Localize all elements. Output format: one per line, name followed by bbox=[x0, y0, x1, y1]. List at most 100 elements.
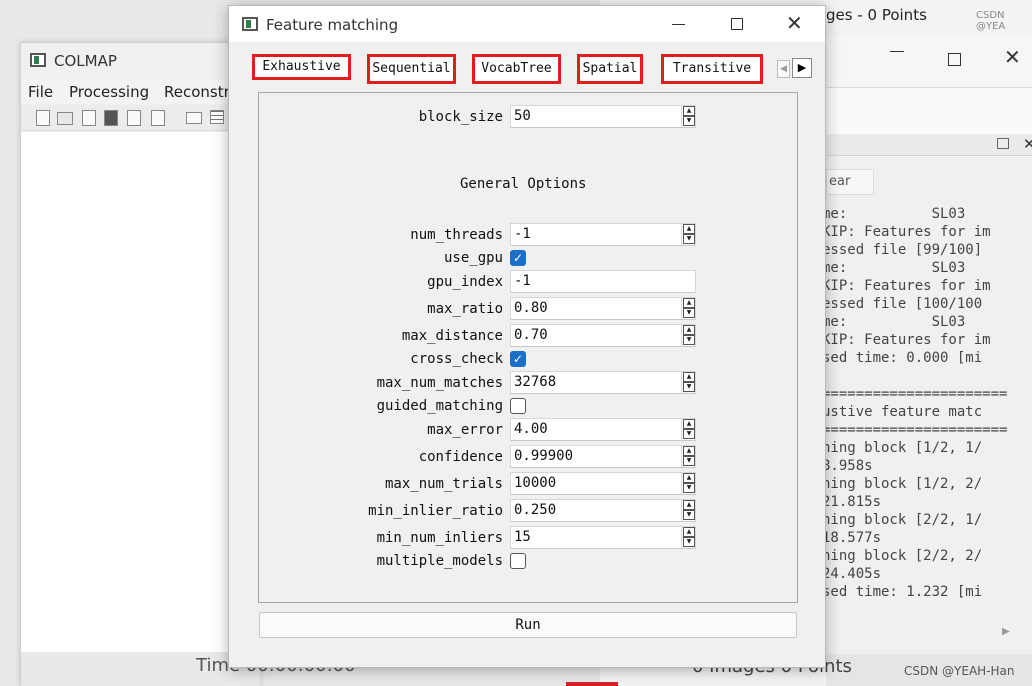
spin-up-icon[interactable]: ▲ bbox=[683, 419, 695, 429]
log-line: ====================== bbox=[822, 422, 1008, 438]
guided-matching-checkbox[interactable] bbox=[510, 398, 526, 414]
multiple-models-checkbox[interactable] bbox=[510, 553, 526, 569]
log-line: me: SL03 bbox=[822, 260, 966, 276]
confidence-input[interactable]: 0.99900 bbox=[510, 445, 696, 468]
minimize-icon[interactable] bbox=[672, 24, 685, 25]
tab-vocabtree[interactable]: VocabTree bbox=[472, 54, 561, 84]
log-line: KIP: Features for im bbox=[822, 332, 991, 348]
model-viewer[interactable] bbox=[21, 132, 260, 652]
min-inlier-ratio-spinner[interactable]: ▲ ▼ bbox=[681, 500, 695, 521]
import-icon[interactable] bbox=[127, 110, 141, 126]
block-size-input[interactable]: 50 bbox=[510, 105, 696, 128]
confidence-spinner[interactable]: ▲ ▼ bbox=[681, 446, 695, 467]
spin-down-icon[interactable]: ▼ bbox=[683, 429, 695, 439]
scroll-right-icon[interactable]: ▶ bbox=[1002, 626, 1010, 637]
spin-down-icon[interactable]: ▼ bbox=[683, 116, 695, 126]
new-project-icon[interactable] bbox=[36, 110, 50, 126]
cross-check-checkbox[interactable]: ✓ bbox=[510, 351, 526, 367]
feature-matching-icon[interactable] bbox=[210, 110, 224, 124]
tab-scroll-left-icon[interactable]: ◀ bbox=[777, 60, 790, 78]
background-toolbar bbox=[826, 88, 1032, 134]
log-line: 18.577s bbox=[822, 530, 882, 546]
spin-up-icon[interactable]: ▲ bbox=[683, 527, 695, 537]
min-num-inliers-label: min_num_inliers bbox=[376, 530, 503, 546]
maximize-icon[interactable] bbox=[948, 53, 961, 66]
spin-down-icon[interactable]: ▼ bbox=[683, 483, 695, 493]
log-line: ustive feature matc bbox=[822, 404, 983, 420]
max-num-trials-spinner[interactable]: ▲ ▼ bbox=[681, 473, 695, 494]
log-line: hing block [1/2, 1/ bbox=[822, 440, 983, 456]
spin-down-icon[interactable]: ▼ bbox=[683, 456, 695, 466]
spin-down-icon[interactable]: ▼ bbox=[683, 510, 695, 520]
spin-up-icon[interactable]: ▲ bbox=[683, 500, 695, 510]
use-gpu-label: use_gpu bbox=[443, 250, 503, 266]
max-num-matches-label: max_num_matches bbox=[376, 375, 503, 391]
log-line: 21.815s bbox=[822, 494, 882, 510]
menu-processing[interactable]: Processing bbox=[69, 83, 149, 101]
log-line: KIP: Features for im bbox=[822, 224, 991, 240]
run-button[interactable]: Run bbox=[259, 612, 797, 638]
spin-down-icon[interactable]: ▼ bbox=[683, 537, 695, 547]
min-inlier-ratio-input[interactable]: 0.250 bbox=[510, 499, 696, 522]
watermark-bottom: CSDN @YEAH-Han bbox=[904, 664, 1015, 678]
log-line: ====================== bbox=[822, 386, 1008, 402]
log-line: hing block [2/2, 2/ bbox=[822, 548, 983, 564]
spin-up-icon[interactable]: ▲ bbox=[683, 224, 695, 234]
menu-file[interactable]: File bbox=[28, 83, 53, 101]
max-num-matches-spinner[interactable]: ▲ ▼ bbox=[681, 372, 695, 393]
log-line: me: SL03 bbox=[822, 206, 966, 222]
close-icon[interactable]: ✕ bbox=[786, 11, 803, 35]
open-project-icon[interactable] bbox=[57, 112, 73, 125]
tab-scroll-right-icon[interactable]: ▶ bbox=[792, 58, 812, 78]
max-distance-input[interactable]: 0.70 bbox=[510, 324, 696, 347]
feature-extraction-icon[interactable] bbox=[186, 112, 202, 124]
log-line: sed time: 1.232 [mi bbox=[822, 584, 983, 600]
log-line: essed file [100/100 bbox=[822, 296, 983, 312]
close-panel-icon[interactable]: ✕ bbox=[1023, 135, 1032, 153]
close-icon[interactable]: ✕ bbox=[1004, 47, 1021, 67]
spin-down-icon[interactable]: ▼ bbox=[683, 382, 695, 392]
spin-up-icon[interactable]: ▲ bbox=[683, 106, 695, 116]
max-distance-spinner[interactable]: ▲ ▼ bbox=[681, 325, 695, 346]
num-threads-input[interactable]: -1 bbox=[510, 223, 696, 246]
num-threads-spinner[interactable]: ▲ ▼ bbox=[681, 224, 695, 245]
max-distance-label: max_distance bbox=[401, 328, 503, 344]
min-inlier-ratio-label: min_inlier_ratio bbox=[368, 503, 503, 519]
block-size-spinner[interactable]: ▲ ▼ bbox=[681, 106, 695, 127]
app-icon bbox=[30, 53, 46, 67]
tab-transitive[interactable]: Transitive bbox=[661, 54, 763, 84]
tab-exhaustive[interactable]: Exhaustive bbox=[252, 54, 351, 80]
spin-down-icon[interactable]: ▼ bbox=[683, 335, 695, 345]
spin-up-icon[interactable]: ▲ bbox=[683, 298, 695, 308]
save-icon[interactable] bbox=[104, 110, 118, 126]
spin-up-icon[interactable]: ▲ bbox=[683, 325, 695, 335]
minimize-icon[interactable] bbox=[890, 51, 904, 52]
taskbar-highlight bbox=[566, 682, 618, 686]
spin-down-icon[interactable]: ▼ bbox=[683, 234, 695, 244]
max-ratio-spinner[interactable]: ▲ ▼ bbox=[681, 298, 695, 319]
export-icon[interactable] bbox=[151, 110, 165, 126]
spin-up-icon[interactable]: ▲ bbox=[683, 372, 695, 382]
general-options-heading: General Options bbox=[460, 176, 587, 192]
float-panel-icon[interactable] bbox=[997, 138, 1009, 149]
max-num-matches-input[interactable]: 32768 bbox=[510, 371, 696, 394]
tab-spatial[interactable]: Spatial bbox=[577, 54, 643, 84]
spin-up-icon[interactable]: ▲ bbox=[683, 446, 695, 456]
gpu-index-label: gpu_index bbox=[427, 274, 503, 290]
tab-sequential[interactable]: Sequential bbox=[367, 54, 456, 84]
spin-down-icon[interactable]: ▼ bbox=[683, 308, 695, 318]
max-ratio-label: max_ratio bbox=[427, 301, 503, 317]
maximize-icon[interactable] bbox=[731, 18, 743, 30]
gpu-index-input[interactable]: -1 bbox=[510, 270, 696, 293]
max-error-spinner[interactable]: ▲ ▼ bbox=[681, 419, 695, 440]
min-num-inliers-input[interactable]: 15 bbox=[510, 526, 696, 549]
max-ratio-input[interactable]: 0.80 bbox=[510, 297, 696, 320]
max-num-trials-input[interactable]: 10000 bbox=[510, 472, 696, 495]
min-num-inliers-spinner[interactable]: ▲ ▼ bbox=[681, 527, 695, 548]
max-error-input[interactable]: 4.00 bbox=[510, 418, 696, 441]
spin-up-icon[interactable]: ▲ bbox=[683, 473, 695, 483]
use-gpu-checkbox[interactable]: ✓ bbox=[510, 250, 526, 266]
edit-project-icon[interactable] bbox=[82, 110, 96, 126]
log-clear-button[interactable]: ear bbox=[826, 169, 874, 195]
